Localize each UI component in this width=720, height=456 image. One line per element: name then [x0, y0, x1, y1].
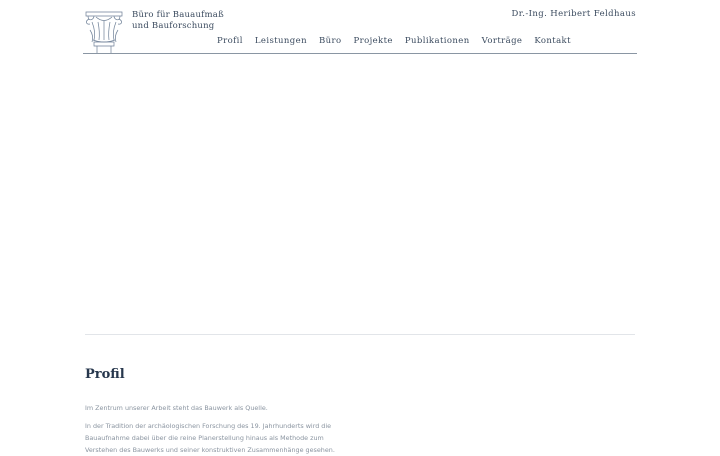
section-title-profil: Profil — [85, 367, 125, 382]
nav-item-projekte[interactable]: Projekte — [353, 36, 392, 46]
main-nav: Profil Leistungen Büro Projekte Publikat… — [217, 36, 571, 46]
profile-body-text: In der Tradition der archäologischen For… — [85, 422, 335, 454]
nav-item-vortraege[interactable]: Vorträge — [482, 36, 523, 46]
owner-name: Dr.-Ing. Heribert Feldhaus — [511, 9, 636, 19]
brand-name[interactable]: Büro für Bauaufmaß und Bauforschung — [132, 10, 224, 32]
nav-item-buero[interactable]: Büro — [319, 36, 342, 46]
header-divider — [83, 53, 637, 54]
section-divider — [85, 334, 635, 335]
brand-line-1: Büro für Bauaufmaß — [132, 10, 224, 20]
nav-item-leistungen[interactable]: Leistungen — [255, 36, 307, 46]
nav-item-publikationen[interactable]: Publikationen — [405, 36, 470, 46]
nav-item-profil[interactable]: Profil — [217, 36, 243, 46]
capital-logo-icon[interactable] — [84, 10, 124, 54]
profile-intro-text: Im Zentrum unserer Arbeit steht das Bauw… — [85, 404, 268, 412]
nav-item-kontakt[interactable]: Kontakt — [534, 36, 571, 46]
brand-line-2: und Bauforschung — [132, 21, 215, 31]
